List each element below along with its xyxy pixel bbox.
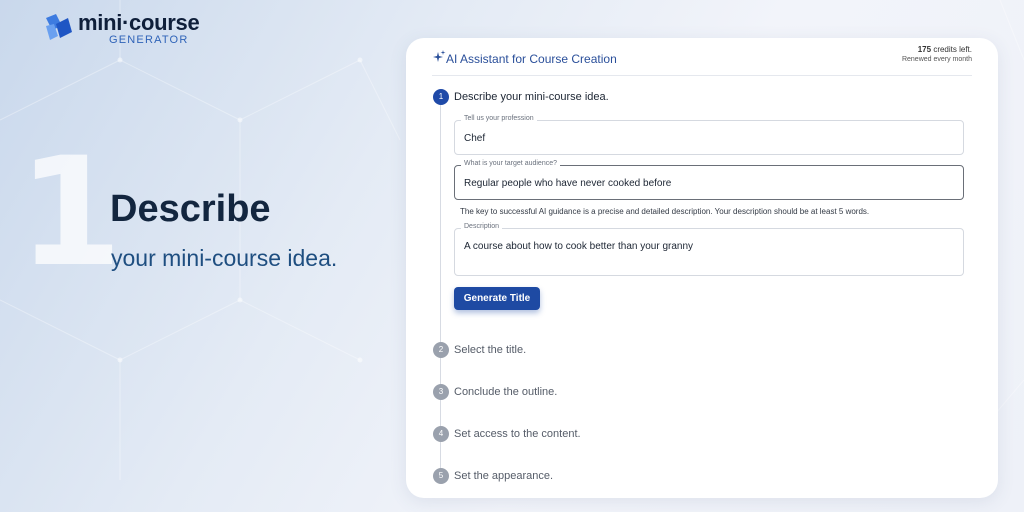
profession-label: Tell us your profession [461,115,537,122]
step-2-label[interactable]: Select the title. [454,344,526,356]
credits-left: 175 credits left. [902,45,972,54]
brand-logo[interactable]: mini·course GENERATOR [44,10,200,46]
audience-field[interactable]: What is your target audience? Regular pe… [454,160,964,200]
audience-label: What is your target audience? [461,160,560,167]
course-assistant-card: AI Assistant for Course Creation 175 cre… [406,38,998,498]
profession-field[interactable]: Tell us your profession Chef [454,115,964,155]
credits-renewal: Renewed every month [901,56,972,63]
step-1-label[interactable]: Describe your mini-course idea. [454,91,609,103]
hero-step-number: 1 [18,126,123,300]
step-3-badge: 3 [433,384,449,400]
description-field[interactable]: Description A course about how to cook b… [454,223,964,276]
credits-info: 175 credits left. Renewed every month [902,45,972,63]
logo-mark-icon [46,14,72,40]
description-hint: The key to successful AI guidance is a p… [460,207,870,216]
step-4-label[interactable]: Set access to the content. [454,428,581,440]
generate-title-button[interactable]: Generate Title [454,287,540,310]
credits-suffix: credits left. [931,45,972,54]
brand-subtitle: GENERATOR [109,34,189,46]
steps-connector-line [440,104,441,480]
brand-name: mini·course [78,10,200,35]
credits-count: 175 [917,45,932,54]
description-label: Description [461,223,503,230]
hero-title: Describe [110,188,271,230]
step-4-badge: 4 [433,426,449,442]
profession-value[interactable]: Chef [464,133,485,144]
step-2-badge: 2 [433,342,449,358]
audience-value[interactable]: Regular people who have never cooked bef… [464,178,671,189]
hero-subtitle: your mini-course idea. [111,245,338,271]
step-5-label[interactable]: Set the appearance. [454,470,553,482]
description-value[interactable]: A course about how to cook better than y… [464,241,693,252]
sparkle-icon [433,50,446,62]
step-1-badge: 1 [433,89,449,105]
step-3-label[interactable]: Conclude the outline. [454,386,557,398]
card-header: AI Assistant for Course Creation 175 cre… [432,38,972,76]
card-title: AI Assistant for Course Creation [446,52,617,66]
step-5-badge: 5 [433,468,449,484]
